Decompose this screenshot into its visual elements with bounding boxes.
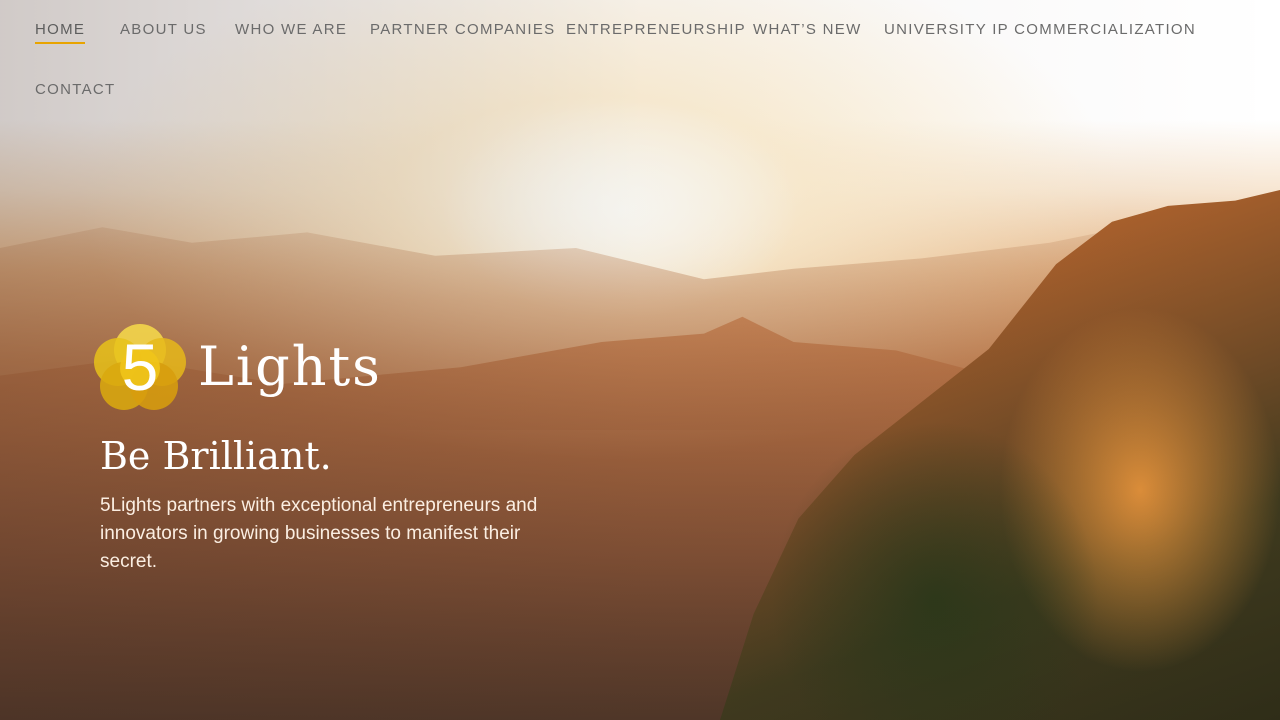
nav-item-about-us[interactable]: ABOUT US	[120, 20, 207, 40]
main-navigation: HOME ABOUT US WHO WE ARE PARTNER COMPANI…	[0, 0, 1280, 120]
nav-item-university-ip[interactable]: UNIVERSITY IP COMMERCIALIZATION	[884, 20, 1196, 40]
hero-tagline: Be Brilliant.	[100, 434, 332, 478]
hero-description: 5Lights partners with exceptional entrep…	[100, 495, 538, 572]
nav-item-whats-new[interactable]: WHAT’S NEW	[753, 20, 862, 40]
nav-item-contact[interactable]: CONTACT	[35, 80, 115, 100]
nav-item-who-we-are[interactable]: WHO WE ARE	[235, 20, 347, 40]
brand-lockup[interactable]: 5 Lights	[94, 320, 394, 412]
five-circles-logo-icon: 5	[94, 324, 186, 410]
nav-item-entrepreneurship[interactable]: ENTREPRENEURSHIP	[566, 20, 746, 40]
nav-item-home[interactable]: HOME	[35, 20, 86, 44]
logo-numeral: 5	[122, 330, 159, 404]
nav-item-partner-companies[interactable]: PARTNER COMPANIES	[370, 20, 555, 40]
brand-name: Lights	[198, 335, 382, 398]
